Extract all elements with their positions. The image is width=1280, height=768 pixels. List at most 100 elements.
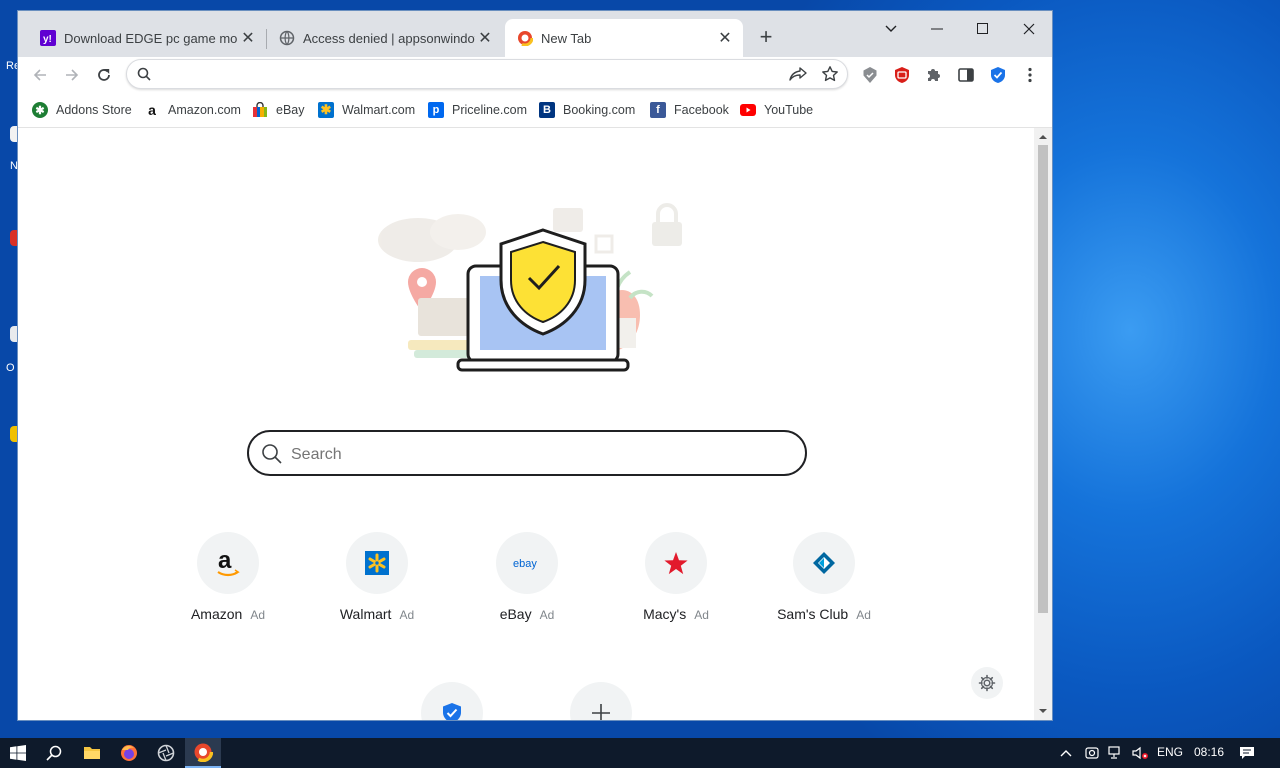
customize-settings-button[interactable] <box>971 667 1003 699</box>
firefox-taskbar-button[interactable] <box>111 738 147 768</box>
bookmark-label: eBay <box>276 103 305 117</box>
search-input[interactable] <box>289 444 773 466</box>
close-window-button[interactable] <box>1006 15 1052 43</box>
tile-label: Macy's <box>643 606 687 622</box>
network-tray-button[interactable] <box>1104 738 1128 768</box>
bookmarks-bar: ✱ Addons Store a Amazon.com eBay ✱ Walma… <box>18 93 1052 128</box>
tile-label: Amazon <box>190 606 243 622</box>
blue-shield-icon <box>443 703 461 720</box>
bookmark-amazon[interactable]: a Amazon.com <box>144 99 241 121</box>
clock[interactable]: 08:16 <box>1194 745 1224 759</box>
browser-logo-icon <box>193 742 213 762</box>
scrollbar-thumb[interactable] <box>1038 145 1048 613</box>
desktop-icon-label: N <box>10 160 18 172</box>
toolbar <box>18 57 1052 93</box>
security-illustration <box>378 203 682 372</box>
tile-label: Sam's Club <box>777 606 849 622</box>
desktop-icon-fragment[interactable] <box>0 422 24 456</box>
tab-access-denied[interactable]: Access denied | appsonwindows ✕ <box>267 19 503 57</box>
minimize-button[interactable] <box>914 15 960 43</box>
start-button[interactable] <box>0 738 36 768</box>
tab-title: New Tab <box>541 30 592 46</box>
ad-badge: Ad <box>694 608 709 622</box>
amazon-logo-icon: a <box>197 532 259 594</box>
search-icon <box>137 67 151 86</box>
ad-badge: Ad <box>399 608 415 622</box>
add-shortcut-button[interactable] <box>570 682 632 720</box>
bookmark-walmart[interactable]: ✱ Walmart.com <box>318 99 415 121</box>
bookmark-label: Walmart.com <box>342 103 416 117</box>
address-input[interactable] <box>161 65 765 85</box>
action-center-button[interactable] <box>1230 738 1264 768</box>
extension-adblock-icon[interactable] <box>890 63 914 87</box>
ebay-bag-icon <box>252 102 268 118</box>
bookmark-label: YouTube <box>764 103 814 117</box>
extension-blue-shield-icon[interactable] <box>986 63 1010 87</box>
scroll-down-arrow-icon[interactable] <box>1034 707 1052 717</box>
bookmark-label: Priceline.com <box>452 103 528 117</box>
meet-now-tray-button[interactable] <box>1080 738 1104 768</box>
tab-strip: y! Download EDGE pc game mobig ✕ Access … <box>18 11 1052 57</box>
bookmark-ebay[interactable]: eBay <box>252 99 305 121</box>
facebook-icon: f <box>650 102 666 118</box>
scroll-up-arrow-icon[interactable] <box>1034 131 1052 141</box>
gear-icon <box>978 674 996 692</box>
volume-tray-button[interactable] <box>1128 738 1152 768</box>
walmart-spark-icon <box>346 532 408 594</box>
browser-menu-icon[interactable] <box>1018 63 1042 87</box>
shortcut-tile-ebay[interactable]: ebay eBay Ad <box>462 532 592 632</box>
shortcut-tile-shield[interactable] <box>421 682 483 720</box>
folder-icon <box>84 747 100 759</box>
ad-badge: Ad <box>250 608 266 622</box>
app-taskbar-button[interactable] <box>148 738 184 768</box>
priceline-icon: p <box>428 102 444 118</box>
close-tab-icon[interactable]: ✕ <box>715 28 735 48</box>
camera-icon <box>1085 747 1099 759</box>
language-indicator[interactable]: ENG <box>1157 745 1183 759</box>
side-panel-icon[interactable] <box>954 63 978 87</box>
tab-title: Access denied | appsonwindows <box>303 30 475 46</box>
speaker-muted-icon <box>1132 746 1148 760</box>
firefox-icon <box>121 745 137 761</box>
close-tab-icon[interactable]: ✕ <box>475 28 495 48</box>
bookmark-priceline[interactable]: p Priceline.com <box>428 99 527 121</box>
svg-text:a: a <box>218 548 232 574</box>
reload-button[interactable] <box>90 61 118 89</box>
svg-text:ebay: ebay <box>513 558 537 570</box>
maximize-button[interactable] <box>960 15 1006 43</box>
browser-taskbar-button[interactable] <box>185 738 221 768</box>
shortcut-tile-macys[interactable]: Macy's Ad <box>611 532 741 632</box>
back-button[interactable] <box>26 61 54 89</box>
vertical-scrollbar[interactable] <box>1034 128 1052 720</box>
addons-store-icon: ✱ <box>32 102 48 118</box>
file-explorer-button[interactable] <box>74 738 110 768</box>
extensions-puzzle-icon[interactable] <box>922 63 946 87</box>
share-icon[interactable] <box>789 66 807 87</box>
tab-new-tab[interactable]: New Tab ✕ <box>505 19 743 57</box>
bookmark-booking[interactable]: B Booking.com <box>539 99 635 121</box>
tab-search-chevron-icon[interactable] <box>868 15 914 43</box>
address-bar[interactable] <box>126 59 848 89</box>
new-tab-button[interactable]: + <box>754 26 778 50</box>
bookmark-youtube[interactable]: YouTube <box>740 99 813 121</box>
bookmark-facebook[interactable]: f Facebook <box>650 99 729 121</box>
bookmark-star-icon[interactable] <box>821 65 839 88</box>
tile-label: eBay <box>499 606 532 622</box>
desktop-icon-fragment[interactable] <box>0 226 24 260</box>
extension-gray-shield-icon[interactable] <box>858 63 882 87</box>
shortcut-tile-sams-club[interactable]: Sam's Club Ad <box>759 532 889 632</box>
tab-download-edge[interactable]: y! Download EDGE pc game mobig ✕ <box>28 19 266 57</box>
desktop-icon-fragment[interactable]: O <box>0 322 24 374</box>
show-hidden-icons-button[interactable] <box>1052 738 1080 768</box>
desktop-icon-fragment[interactable]: N <box>0 122 24 172</box>
bookmark-addons-store[interactable]: ✱ Addons Store <box>32 99 132 121</box>
ad-badge: Ad <box>539 608 555 622</box>
shortcut-tile-amazon[interactable]: a Amazon Ad <box>163 532 293 632</box>
shortcut-tile-walmart[interactable]: Walmart Ad <box>312 532 442 632</box>
bookmark-label: Amazon.com <box>168 103 241 117</box>
taskbar-search-button[interactable] <box>36 738 72 768</box>
forward-button[interactable] <box>58 61 86 89</box>
search-box[interactable] <box>247 430 807 476</box>
desktop-icon-fragment[interactable]: Re <box>0 58 20 92</box>
close-tab-icon[interactable]: ✕ <box>238 28 258 48</box>
